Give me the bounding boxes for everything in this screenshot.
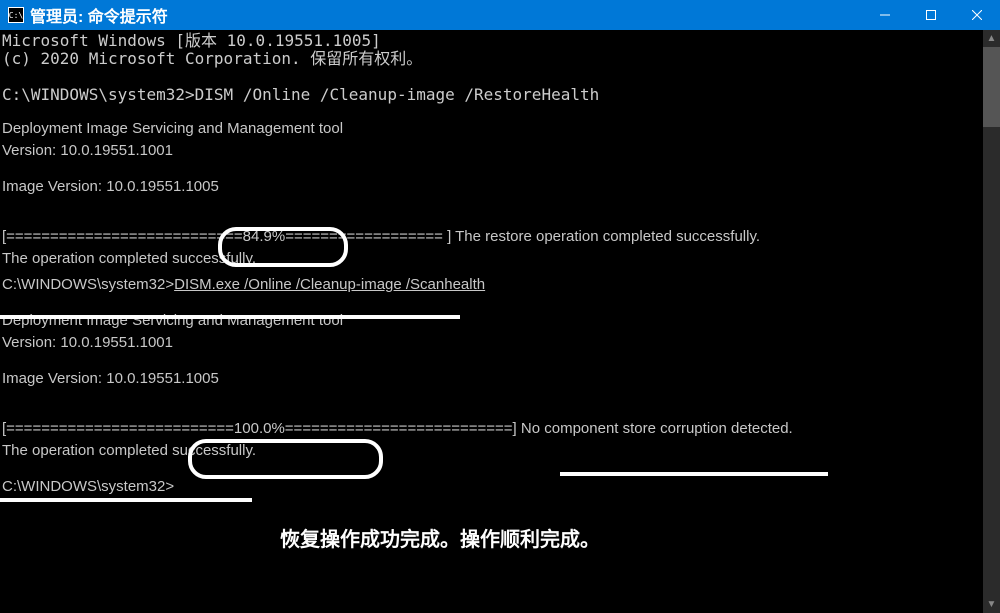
annotation-text: 恢复操作成功完成。操作顺利完成。 bbox=[280, 523, 600, 552]
prompt-line-3: C:\WINDOWS\system32> bbox=[2, 476, 983, 498]
dism-version-2: Version: 10.0.19551.1001 bbox=[2, 332, 983, 354]
dism-title-1: Deployment Image Servicing and Managemen… bbox=[2, 118, 983, 140]
scroll-down-arrow[interactable]: ▼ bbox=[983, 596, 1000, 613]
terminal-content[interactable]: Microsoft Windows [版本 10.0.19551.1005] (… bbox=[0, 30, 983, 613]
prompt-path: C:\WINDOWS\system32> bbox=[2, 85, 195, 104]
progress-percent-1: [===========================84.9%==== bbox=[2, 228, 320, 245]
dism-title-2: Deployment Image Servicing and Managemen… bbox=[2, 310, 983, 332]
window-buttons bbox=[862, 0, 1000, 30]
image-version-1: Image Version: 10.0.19551.1005 bbox=[2, 176, 983, 198]
banner-line-2: (c) 2020 Microsoft Corporation. 保留所有权利。 bbox=[2, 50, 983, 68]
maximize-button[interactable] bbox=[908, 0, 954, 30]
scroll-thumb[interactable] bbox=[983, 47, 1000, 127]
prompt-command: DISM /Online /Cleanup-image /RestoreHeal… bbox=[195, 85, 600, 104]
dism-version-1: Version: 10.0.19551.1001 bbox=[2, 140, 983, 162]
progress-line-1: [===========================84.9%=======… bbox=[2, 226, 983, 248]
annotation-underline-op bbox=[0, 498, 252, 502]
scroll-up-arrow[interactable]: ▲ bbox=[983, 30, 1000, 47]
prompt-line-2: C:\WINDOWS\system32>DISM.exe /Online /Cl… bbox=[2, 274, 983, 296]
window-title: 管理员: 命令提示符 bbox=[30, 3, 862, 27]
progress-tail-2: ===================] No component store … bbox=[346, 420, 793, 437]
progress-tail-1: ============== ] The restore operation c… bbox=[320, 228, 760, 245]
blank-line bbox=[2, 68, 983, 86]
op-completed-2: The operation completed successfully. bbox=[2, 440, 983, 462]
progress-line-2: [==========================100.0%=======… bbox=[2, 418, 983, 440]
minimize-icon bbox=[880, 10, 890, 20]
banner-line-1: Microsoft Windows [版本 10.0.19551.1005] bbox=[2, 32, 983, 50]
close-button[interactable] bbox=[954, 0, 1000, 30]
maximize-icon bbox=[926, 10, 936, 20]
prompt-command-2: DISM.exe /Online /Cleanup-image /Scanhea… bbox=[174, 276, 485, 293]
scrollbar[interactable]: ▲ ▼ bbox=[983, 30, 1000, 613]
minimize-button[interactable] bbox=[862, 0, 908, 30]
window-titlebar: C:\ 管理员: 命令提示符 bbox=[0, 0, 1000, 30]
cmd-icon: C:\ bbox=[8, 7, 24, 23]
op-completed-1: The operation completed successfully. bbox=[2, 248, 983, 270]
close-icon bbox=[972, 10, 982, 20]
image-version-2: Image Version: 10.0.19551.1005 bbox=[2, 368, 983, 390]
prompt-line-1: C:\WINDOWS\system32>DISM /Online /Cleanu… bbox=[2, 86, 983, 104]
scroll-track[interactable] bbox=[983, 47, 1000, 596]
terminal-wrap: Microsoft Windows [版本 10.0.19551.1005] (… bbox=[0, 30, 1000, 613]
progress-percent-2: [==========================100.0%======= bbox=[2, 420, 346, 437]
prompt-path-2: C:\WINDOWS\system32> bbox=[2, 276, 174, 293]
